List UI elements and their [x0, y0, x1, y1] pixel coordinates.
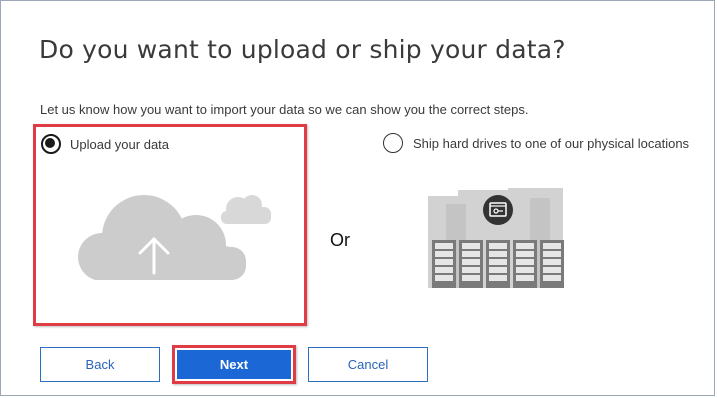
- page-subtitle: Let us know how you want to import your …: [40, 102, 529, 117]
- dialog-window: Do you want to upload or ship your data?…: [0, 0, 715, 396]
- ship-radio[interactable]: [383, 133, 403, 153]
- or-separator: Or: [330, 230, 350, 250]
- upload-radio[interactable]: [41, 134, 61, 154]
- datacenter-icon: [428, 188, 564, 288]
- page-title: Do you want to upload or ship your data?: [39, 35, 566, 64]
- ship-option-label: Ship hard drives to one of our physical …: [413, 136, 690, 151]
- upload-option-label: Upload your data: [70, 137, 170, 152]
- back-button[interactable]: Back: [40, 347, 160, 382]
- cloud-upload-icon: [78, 195, 271, 280]
- ship-option[interactable]: Ship hard drives to one of our physical …: [381, 132, 716, 292]
- next-button[interactable]: Next: [177, 350, 291, 379]
- cancel-button[interactable]: Cancel: [308, 347, 428, 382]
- upload-option[interactable]: Upload your data: [33, 124, 307, 326]
- next-button-highlight: Next: [172, 345, 296, 384]
